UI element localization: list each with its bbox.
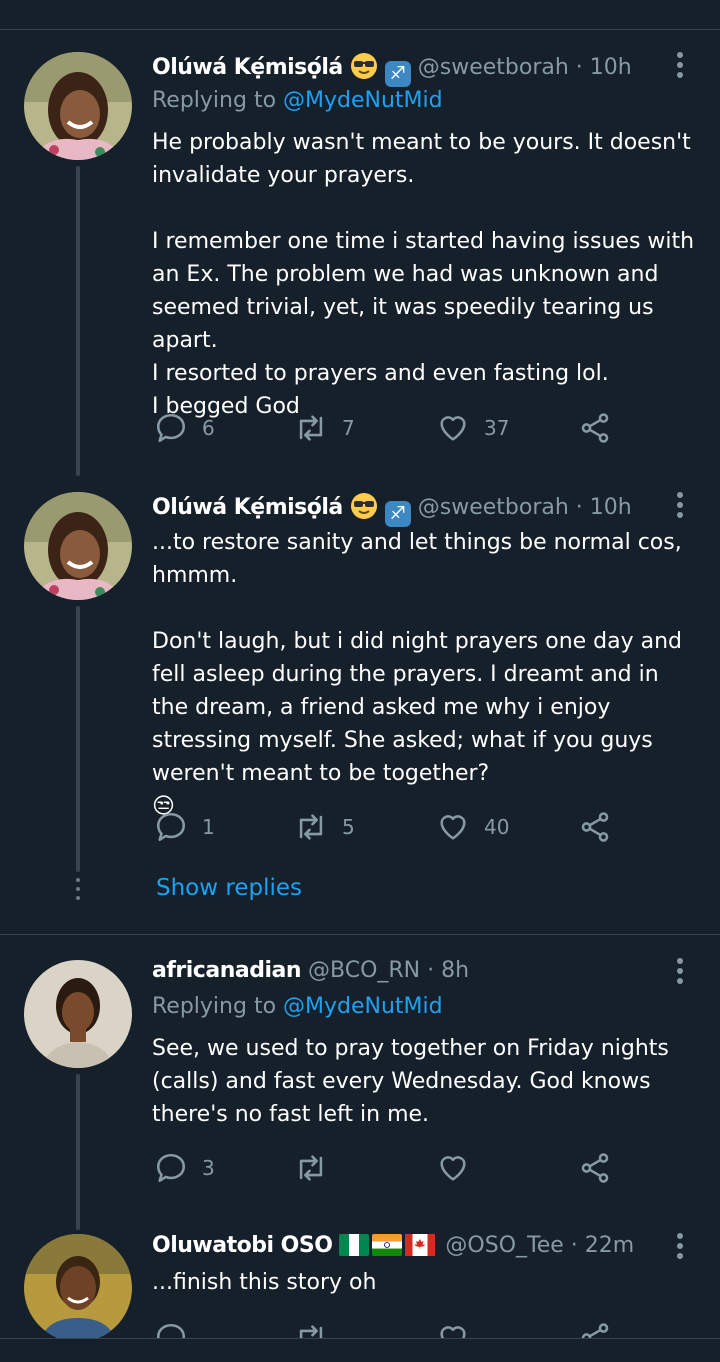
nigeria-flag-icon bbox=[339, 1234, 370, 1256]
replying-prefix: Replying to bbox=[152, 994, 277, 1019]
retweet-button[interactable]: 7 bbox=[294, 408, 355, 448]
timestamp[interactable]: 10h bbox=[590, 55, 632, 80]
retweet-icon bbox=[299, 415, 323, 441]
separator-dot: · bbox=[568, 495, 590, 520]
share-icon bbox=[581, 1323, 609, 1338]
like-button[interactable] bbox=[436, 1318, 470, 1338]
sagittarius-emoji-icon: ♐ bbox=[384, 501, 411, 527]
retweet-button[interactable] bbox=[294, 1318, 328, 1338]
like-count: 40 bbox=[484, 815, 510, 839]
mention-link[interactable]: @MydeNutMid bbox=[283, 994, 443, 1019]
more-vertical-icon[interactable] bbox=[676, 52, 684, 82]
user-handle[interactable]: @sweetborah bbox=[418, 495, 569, 520]
reply-icon bbox=[156, 1153, 186, 1183]
sagittarius-emoji-icon: ♐ bbox=[384, 61, 411, 87]
reply-icon bbox=[156, 1323, 186, 1338]
reply-button[interactable]: 1 bbox=[154, 807, 215, 847]
retweet-count: 7 bbox=[342, 416, 355, 440]
heart-icon bbox=[440, 815, 466, 840]
thread-continuation-dots bbox=[76, 878, 80, 905]
sunglasses-emoji-icon bbox=[350, 492, 378, 520]
india-flag-icon bbox=[372, 1234, 403, 1256]
tweet-actions: 1 5 40 bbox=[152, 807, 622, 847]
retweet-button[interactable]: 5 bbox=[294, 807, 355, 847]
tweet-header: Oluwatobi OSO @OSO_Tee · 22m bbox=[152, 1233, 634, 1258]
display-name[interactable]: Olúwá Kẹ́misọ́lá bbox=[152, 495, 343, 520]
heart-icon bbox=[440, 1326, 466, 1338]
retweet-icon bbox=[299, 814, 323, 840]
like-button[interactable] bbox=[436, 1148, 470, 1188]
retweet-icon bbox=[299, 1325, 323, 1338]
reply-icon bbox=[156, 812, 186, 842]
like-button[interactable]: 37 bbox=[436, 408, 509, 448]
timestamp[interactable]: 10h bbox=[590, 495, 632, 520]
reply-count: 1 bbox=[202, 815, 215, 839]
separator-dot: · bbox=[568, 55, 590, 80]
user-handle[interactable]: @OSO_Tee bbox=[445, 1233, 563, 1258]
mention-link[interactable]: @MydeNutMid bbox=[283, 88, 443, 113]
reply-button[interactable]: 6 bbox=[154, 408, 215, 448]
tweet-header: Olúwá Kẹ́misọ́lá ♐ @sweetborah · 10h bbox=[152, 52, 632, 87]
reply-count: 3 bbox=[202, 1156, 215, 1180]
like-count: 37 bbox=[484, 416, 510, 440]
more-vertical-icon[interactable] bbox=[676, 958, 684, 988]
share-button[interactable] bbox=[578, 408, 612, 448]
heart-icon bbox=[440, 416, 466, 441]
tweet-header: Olúwá Kẹ́misọ́lá ♐ @sweetborah · 10h bbox=[152, 492, 632, 527]
reply-button[interactable]: 3 bbox=[154, 1148, 215, 1188]
user-handle[interactable]: @BCO_RN bbox=[308, 958, 420, 983]
sunglasses-emoji-icon bbox=[350, 52, 378, 80]
display-name[interactable]: Olúwá Kẹ́misọ́lá bbox=[152, 55, 343, 80]
thread-line bbox=[76, 606, 80, 872]
canada-flag-icon bbox=[405, 1234, 436, 1256]
replying-to: Replying to @MydeNutMid bbox=[152, 88, 443, 113]
avatar[interactable] bbox=[24, 52, 132, 160]
reply-icon bbox=[156, 413, 186, 443]
avatar[interactable] bbox=[24, 492, 132, 600]
share-button[interactable] bbox=[578, 1318, 612, 1338]
tweet-actions: 3 bbox=[152, 1148, 622, 1188]
reply-button[interactable] bbox=[154, 1318, 188, 1338]
share-button[interactable] bbox=[578, 807, 612, 847]
timestamp[interactable]: 8h bbox=[441, 958, 469, 983]
bottom-bar bbox=[0, 1338, 720, 1362]
top-divider bbox=[0, 29, 720, 30]
reply-count: 6 bbox=[202, 416, 215, 440]
tweet-text: He probably wasn't meant to be yours. It… bbox=[152, 130, 695, 419]
retweet-icon bbox=[299, 1155, 323, 1181]
more-vertical-icon[interactable] bbox=[676, 1233, 684, 1263]
user-handle[interactable]: @sweetborah bbox=[418, 55, 569, 80]
like-button[interactable]: 40 bbox=[436, 807, 509, 847]
tweet-actions: 6 7 37 bbox=[152, 408, 622, 448]
heart-icon bbox=[440, 1156, 466, 1181]
retweet-button[interactable] bbox=[294, 1148, 328, 1188]
share-icon bbox=[581, 413, 609, 443]
separator-dot: · bbox=[420, 958, 442, 983]
replying-prefix: Replying to bbox=[152, 88, 277, 113]
tweet-actions bbox=[152, 1318, 622, 1338]
share-button[interactable] bbox=[578, 1148, 612, 1188]
share-icon bbox=[581, 812, 609, 842]
avatar[interactable] bbox=[24, 960, 132, 1068]
more-vertical-icon[interactable] bbox=[676, 492, 684, 522]
tweet-text: ...to restore sanity and let things be n… bbox=[152, 530, 683, 819]
tweet-text: See, we used to pray together on Friday … bbox=[152, 1036, 669, 1127]
divider bbox=[0, 934, 720, 935]
display-name[interactable]: africanadian bbox=[152, 958, 302, 983]
share-icon bbox=[581, 1153, 609, 1183]
tweet-text: ...finish this story oh bbox=[152, 1270, 377, 1295]
timestamp[interactable]: 22m bbox=[585, 1233, 634, 1258]
display-name[interactable]: Oluwatobi OSO bbox=[152, 1233, 333, 1258]
replying-to: Replying to @MydeNutMid bbox=[152, 994, 443, 1019]
thread-line bbox=[76, 1074, 80, 1230]
retweet-count: 5 bbox=[342, 815, 355, 839]
thread-line bbox=[76, 166, 80, 476]
avatar[interactable] bbox=[24, 1234, 132, 1342]
separator-dot: · bbox=[563, 1233, 585, 1258]
tweet-header: africanadian @BCO_RN · 8h bbox=[152, 958, 469, 983]
show-replies-link[interactable]: Show replies bbox=[156, 875, 302, 901]
